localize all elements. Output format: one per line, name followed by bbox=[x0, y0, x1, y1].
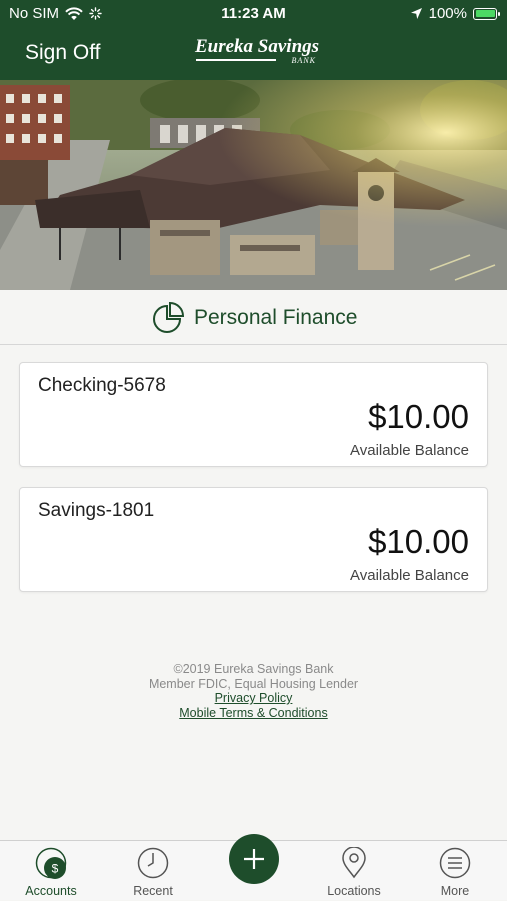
section-title: Personal Finance bbox=[194, 306, 358, 329]
status-bar: No SIM 11:23 AM 100% bbox=[0, 0, 507, 28]
tab-label: Recent bbox=[133, 884, 173, 898]
personal-finance-inner: Personal Finance bbox=[150, 300, 357, 336]
battery-percent: 100% bbox=[428, 5, 467, 22]
account-balance: $10.00 bbox=[368, 523, 469, 560]
mobile-terms-link[interactable]: Mobile Terms & Conditions bbox=[0, 706, 507, 721]
balance-label: Available Balance bbox=[350, 567, 469, 584]
tab-label: More bbox=[440, 884, 470, 898]
tab-more[interactable]: More bbox=[405, 841, 505, 901]
status-right: 100% bbox=[410, 5, 500, 22]
balance-label: Available Balance bbox=[350, 442, 469, 459]
pie-chart-icon bbox=[153, 301, 185, 333]
menu-icon bbox=[439, 847, 471, 879]
bank-building-photo bbox=[0, 80, 507, 290]
tab-locations[interactable]: Locations bbox=[304, 841, 404, 901]
app-header: No SIM 11:23 AM 100% Sign Off Eureka Sav… bbox=[0, 0, 507, 80]
account-balance: $10.00 bbox=[368, 398, 469, 435]
personal-finance-header: Personal Finance bbox=[0, 290, 507, 345]
sign-off-button[interactable]: Sign Off bbox=[25, 41, 101, 65]
copyright-text: ©2019 Eureka Savings Bank bbox=[173, 662, 334, 676]
fdic-text: Member FDIC, Equal Housing Lender bbox=[148, 676, 359, 691]
tab-accounts[interactable]: $ Accounts bbox=[1, 841, 101, 901]
legal-footer: ©2019 Eureka Savings Bank Member FDIC, E… bbox=[0, 662, 507, 720]
tab-recent[interactable]: Recent bbox=[103, 841, 203, 901]
logo-underline bbox=[196, 59, 276, 61]
accounts-icon: $ bbox=[35, 847, 67, 879]
logo-sub: BANK bbox=[291, 56, 316, 65]
account-name: Savings-1801 bbox=[38, 500, 155, 521]
location-arrow-icon bbox=[410, 8, 422, 19]
clock-icon bbox=[137, 847, 169, 879]
tab-label: Accounts bbox=[25, 884, 77, 898]
account-name: Checking-5678 bbox=[38, 375, 166, 396]
privacy-policy-link[interactable]: Privacy Policy bbox=[0, 691, 507, 706]
add-button[interactable] bbox=[229, 834, 279, 884]
account-card-savings[interactable]: Savings-1801 $10.00 Available Balance bbox=[19, 487, 488, 592]
account-card-checking[interactable]: Checking-5678 $10.00 Available Balance bbox=[19, 362, 488, 467]
bank-logo: Eureka Savings BANK bbox=[192, 36, 322, 70]
logo-name: Eureka Savings bbox=[194, 36, 320, 57]
plus-icon bbox=[244, 849, 264, 869]
svg-text:$: $ bbox=[52, 862, 59, 876]
location-pin-icon bbox=[342, 847, 366, 879]
tab-label: Locations bbox=[327, 884, 381, 898]
battery-icon bbox=[473, 7, 500, 20]
